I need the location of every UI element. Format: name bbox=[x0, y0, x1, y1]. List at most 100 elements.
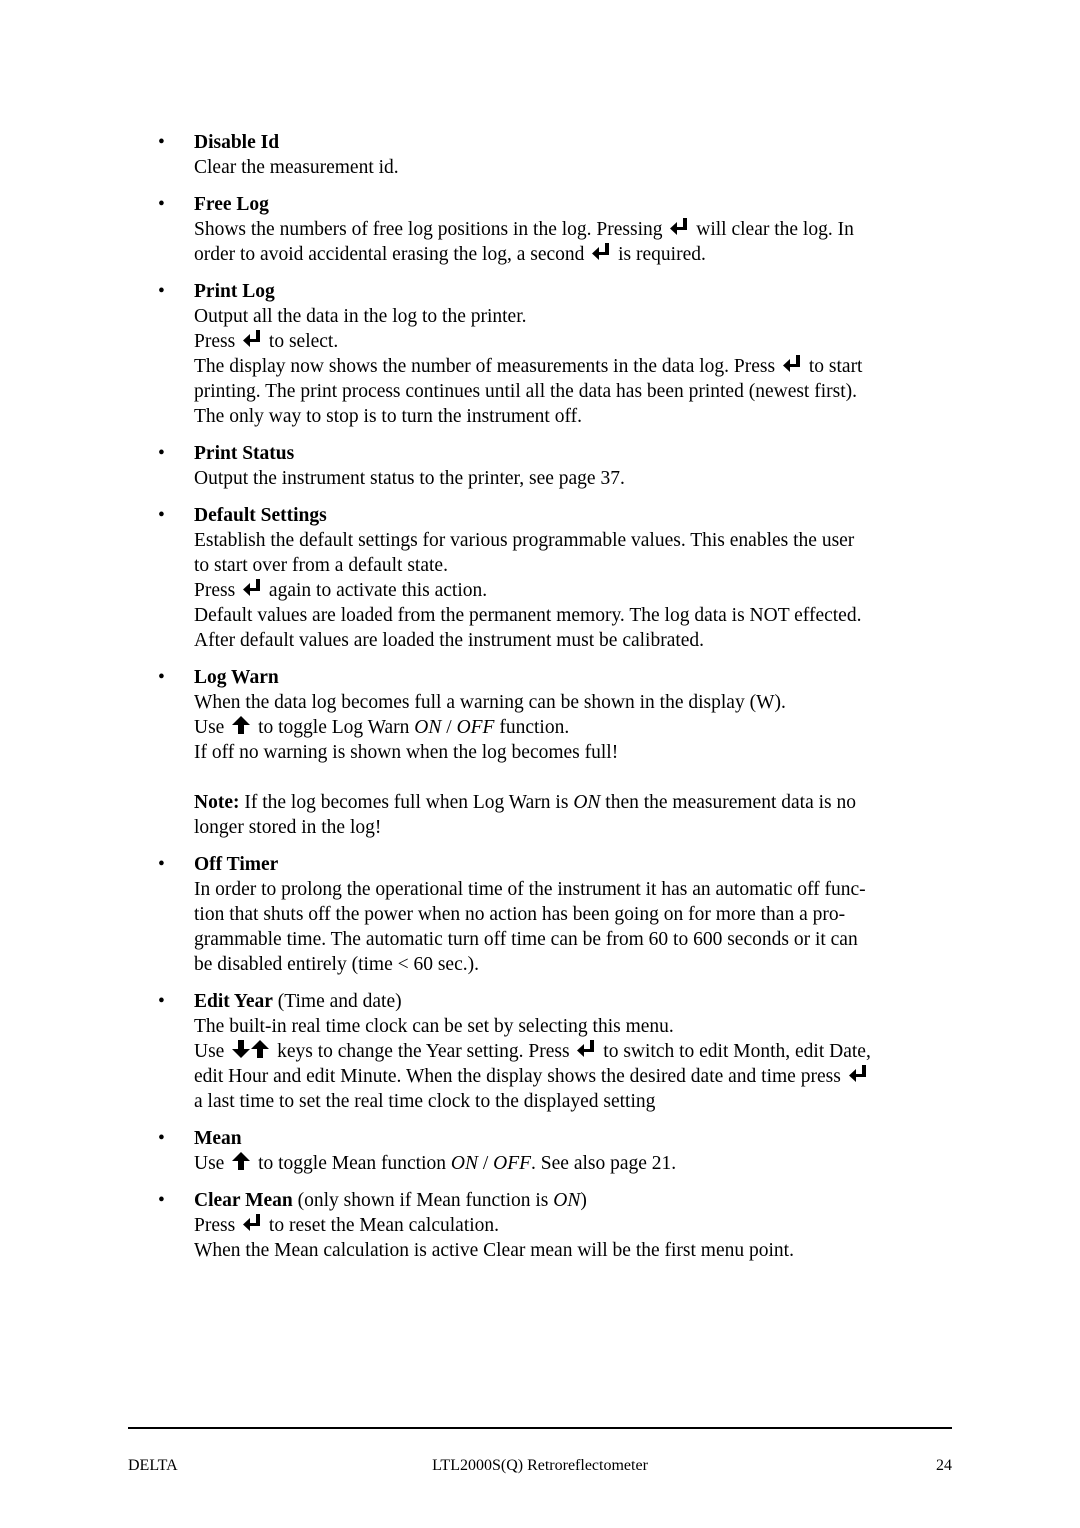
item-text: Use to toggle Mean function ON / OFF. Se… bbox=[194, 1151, 1080, 1176]
separator: / bbox=[477, 1153, 494, 1174]
title-suffix: (only shown if Mean function is bbox=[297, 1190, 549, 1211]
bullet: • bbox=[158, 443, 165, 464]
item-text: order to avoid accidental erasing the lo… bbox=[194, 242, 1080, 267]
text-segment: . See also page 21. bbox=[531, 1153, 677, 1174]
item-text: Press to reset the Mean calculation. bbox=[194, 1213, 1080, 1238]
separator: / bbox=[441, 717, 457, 738]
note-label: Note: bbox=[194, 792, 240, 813]
text-segment: function. bbox=[499, 717, 570, 738]
off-label: OFF bbox=[493, 1153, 532, 1174]
item-title: Print Status bbox=[194, 443, 295, 464]
enter-key-icon bbox=[782, 354, 802, 374]
text-segment: is required. bbox=[618, 244, 706, 265]
down-arrow-key-icon bbox=[231, 1039, 251, 1059]
text-segment: to toggle Log Warn bbox=[258, 717, 410, 738]
item-title: Mean bbox=[194, 1128, 242, 1149]
menu-item-edit-year: • Edit Year (Time and date) The built-in… bbox=[0, 989, 1080, 1114]
bullet: • bbox=[158, 667, 165, 688]
enter-key-icon bbox=[669, 217, 689, 237]
item-text: After default values are loaded the inst… bbox=[194, 630, 705, 651]
item-title-line: Edit Year (Time and date) bbox=[194, 989, 1080, 1014]
item-text: Shows the numbers of free log positions … bbox=[194, 217, 1080, 242]
item-text: In order to prolong the operational time… bbox=[194, 879, 866, 900]
item-text: Press again to activate this action. bbox=[194, 578, 1080, 603]
title-suffix-end: ) bbox=[580, 1190, 587, 1211]
item-text: a last time to set the real time clock t… bbox=[194, 1091, 656, 1112]
item-text: When the data log becomes full a warning… bbox=[194, 692, 786, 713]
bullet: • bbox=[158, 132, 165, 153]
text-segment: to reset the Mean calculation. bbox=[268, 1215, 500, 1236]
up-arrow-key-icon bbox=[231, 715, 251, 735]
item-text: Use keys to change the Year setting. Pre… bbox=[194, 1039, 1080, 1064]
on-label: ON bbox=[450, 1153, 478, 1174]
text-segment: order to avoid accidental erasing the lo… bbox=[194, 244, 585, 265]
text-segment: If the log becomes full when Log Warn is bbox=[244, 792, 569, 813]
bullet: • bbox=[158, 505, 165, 526]
text-segment: will clear the log. In bbox=[696, 219, 854, 240]
enter-key-icon bbox=[576, 1039, 596, 1059]
item-title: Off Timer bbox=[194, 854, 279, 875]
item-title: Log Warn bbox=[194, 667, 279, 688]
document-body: • Disable Id Clear the measurement id. •… bbox=[0, 130, 1080, 1275]
item-title: Print Log bbox=[194, 281, 275, 302]
menu-item-print-log: • Print Log Output all the data in the l… bbox=[0, 279, 1080, 429]
item-title: Clear Mean bbox=[194, 1190, 293, 1211]
text-segment: keys to change the Year setting. Press bbox=[277, 1041, 570, 1062]
text-segment: Press bbox=[194, 331, 236, 352]
menu-item-print-status: • Print Status Output the instrument sta… bbox=[0, 441, 1080, 491]
page-number: 24 bbox=[936, 1457, 952, 1474]
bullet: • bbox=[158, 1190, 165, 1211]
item-text: Establish the default settings for vario… bbox=[194, 530, 855, 551]
up-arrow-key-icon bbox=[250, 1039, 270, 1059]
text-segment: to start bbox=[808, 356, 863, 377]
item-text: When the Mean calculation is active Clea… bbox=[194, 1240, 794, 1261]
off-label: OFF bbox=[456, 717, 495, 738]
enter-key-icon bbox=[242, 1213, 262, 1233]
enter-key-icon bbox=[591, 242, 611, 262]
footer-divider bbox=[128, 1427, 952, 1429]
enter-key-icon bbox=[848, 1064, 868, 1084]
text-segment: to select. bbox=[268, 331, 339, 352]
text-segment: Use bbox=[194, 1041, 225, 1062]
text-segment: edit Hour and edit Minute. When the disp… bbox=[194, 1066, 841, 1087]
item-text: Default values are loaded from the perma… bbox=[194, 605, 862, 626]
text-segment: to toggle Mean function bbox=[258, 1153, 446, 1174]
enter-key-icon bbox=[242, 329, 262, 349]
text-segment: then the measurement data is no bbox=[605, 792, 856, 813]
item-text: grammable time. The automatic turn off t… bbox=[194, 929, 858, 950]
on-label: ON bbox=[414, 717, 442, 738]
bullet: • bbox=[158, 1128, 165, 1149]
text-segment: Press bbox=[194, 1215, 236, 1236]
text-segment: Use bbox=[194, 717, 225, 738]
text-segment: Use bbox=[194, 1153, 225, 1174]
item-text: printing. The print process continues un… bbox=[194, 381, 858, 402]
bullet: • bbox=[158, 854, 165, 875]
item-title-line: Clear Mean (only shown if Mean function … bbox=[194, 1188, 1080, 1213]
menu-item-off-timer: • Off Timer In order to prolong the oper… bbox=[0, 852, 1080, 977]
on-label: ON bbox=[573, 792, 601, 813]
note-text: longer stored in the log! bbox=[194, 817, 382, 838]
item-text: Use to toggle Log Warn ON / OFF function… bbox=[194, 715, 1080, 740]
item-title: Default Settings bbox=[194, 505, 327, 526]
text-segment: Press bbox=[194, 580, 236, 601]
text-segment: Shows the numbers of free log positions … bbox=[194, 219, 663, 240]
menu-item-clear-mean: • Clear Mean (only shown if Mean functio… bbox=[0, 1188, 1080, 1263]
menu-item-disable-id: • Disable Id Clear the measurement id. bbox=[0, 130, 1080, 180]
item-text: The display now shows the number of meas… bbox=[194, 354, 1080, 379]
text-segment: again to activate this action. bbox=[268, 580, 488, 601]
up-arrow-key-icon bbox=[231, 1151, 251, 1171]
item-text: tion that shuts off the power when no ac… bbox=[194, 904, 846, 925]
item-title: Edit Year bbox=[194, 991, 273, 1012]
item-text: be disabled entirely (time < 60 sec.). bbox=[194, 954, 479, 975]
note: Note: If the log becomes full when Log W… bbox=[194, 790, 1080, 815]
menu-item-free-log: • Free Log Shows the numbers of free log… bbox=[0, 192, 1080, 267]
bullet: • bbox=[158, 281, 165, 302]
item-text: Output the instrument status to the prin… bbox=[194, 468, 625, 489]
item-text: to start over from a default state. bbox=[194, 555, 448, 576]
bullet: • bbox=[158, 194, 165, 215]
item-title: Free Log bbox=[194, 194, 269, 215]
enter-key-icon bbox=[242, 578, 262, 598]
menu-item-mean: • Mean Use to toggle Mean function ON / … bbox=[0, 1126, 1080, 1176]
on-label: ON bbox=[553, 1190, 581, 1211]
item-text: The built-in real time clock can be set … bbox=[194, 1016, 674, 1037]
